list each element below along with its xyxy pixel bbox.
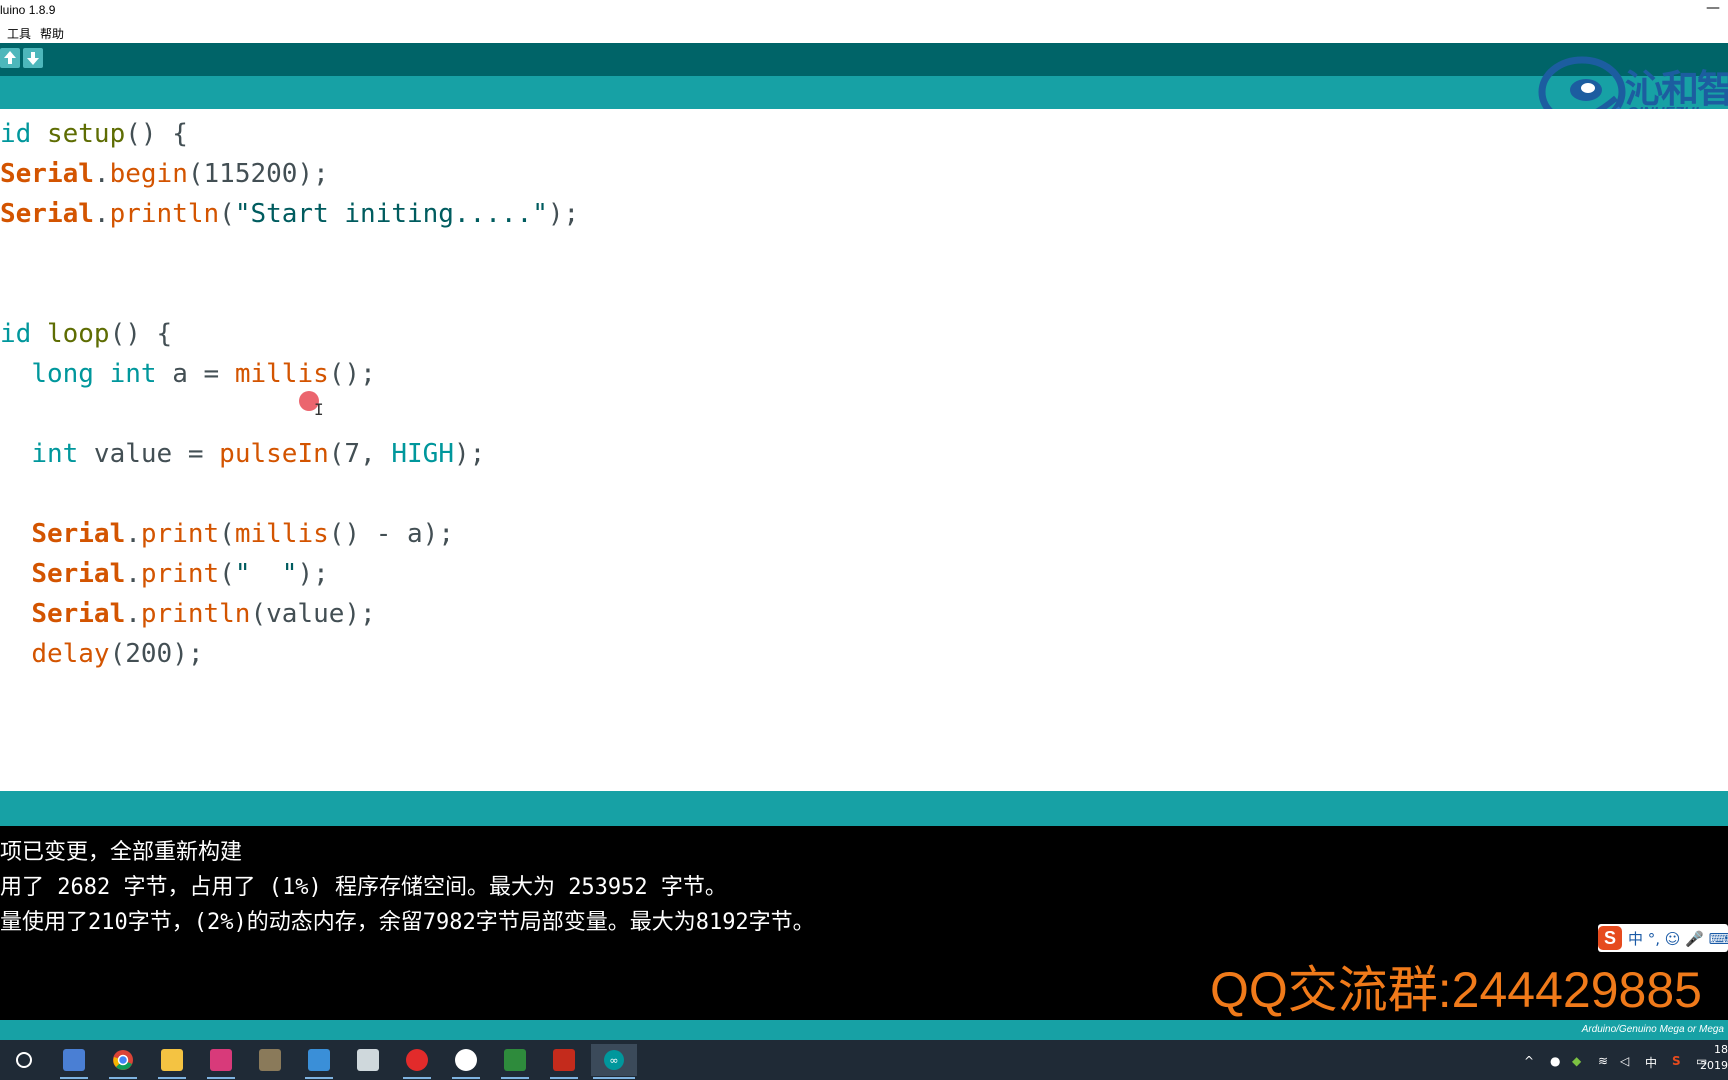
taskbar-app[interactable]: [107, 1044, 139, 1079]
taskbar-app-arduino[interactable]: ∞: [591, 1044, 637, 1079]
code-editor[interactable]: id setup() { Serial.begin(115200); Seria…: [0, 109, 1728, 791]
ime-toolbar[interactable]: S 中 °, ☺ 🎤 ⌨: [1598, 924, 1728, 952]
save-icon: [27, 52, 39, 65]
microphone-icon[interactable]: ●: [1550, 1054, 1560, 1068]
console-line: 项已变更，全部重新构建: [0, 840, 243, 865]
code-line: long int a = millis();: [31, 359, 376, 389]
clock[interactable]: 18 2019: [1700, 1042, 1728, 1074]
tab-strip: [0, 76, 1728, 109]
code-line: id loop() {: [0, 319, 173, 349]
building-icon: [63, 1049, 85, 1071]
tray-expand-icon[interactable]: ^: [1524, 1054, 1534, 1068]
window-title: luino 1.8.9: [0, 3, 56, 17]
wechat-icon: [455, 1049, 477, 1071]
clock-date: 2019: [1700, 1059, 1728, 1072]
music-icon: [406, 1049, 428, 1071]
sogou-tray-icon[interactable]: S: [1672, 1054, 1681, 1068]
folder-icon: [161, 1049, 183, 1071]
menu-tools[interactable]: 工具: [7, 25, 31, 42]
menu-help[interactable]: 帮助: [40, 25, 64, 42]
taskbar-app[interactable]: [548, 1044, 580, 1079]
open-button[interactable]: [0, 48, 20, 68]
network-icon: [357, 1049, 379, 1071]
taskbar-app[interactable]: [499, 1044, 531, 1079]
console-divider[interactable]: [0, 791, 1728, 826]
taskbar: ∞ ^ ● ◆ ≋ ◁ 中 S ▭ 18 2019: [0, 1040, 1728, 1080]
text-cursor-icon: I: [314, 400, 324, 419]
console-line: 用了 2682 字节，占用了 (1%) 程序存储空间。最大为 253952 字节…: [0, 875, 727, 900]
search-circle-icon: [16, 1052, 32, 1068]
chrome-icon: [113, 1050, 133, 1070]
toolbar: [0, 43, 1728, 76]
taskbar-app[interactable]: [254, 1044, 286, 1076]
code-line: delay(200);: [31, 639, 204, 669]
minimize-button[interactable]: —: [1706, 0, 1720, 16]
tray-app-icon[interactable]: ◆: [1572, 1054, 1581, 1068]
status-bar: Arduino/Genuino Mega or Mega: [0, 1020, 1728, 1040]
code-line: Serial.begin(115200);: [0, 159, 329, 189]
taskbar-app[interactable]: [58, 1044, 90, 1079]
qq-group-overlay: QQ交流群:244429885: [1210, 962, 1702, 1018]
volume-icon[interactable]: ◁: [1620, 1054, 1629, 1068]
taskbar-app[interactable]: [450, 1044, 482, 1079]
code-line: Serial.println(value);: [31, 599, 376, 629]
title-bar: luino 1.8.9 —: [0, 0, 1728, 22]
save-button[interactable]: [23, 48, 43, 68]
board-status: Arduino/Genuino Mega or Mega: [1581, 1024, 1724, 1035]
svg-text:∞: ∞: [609, 1054, 618, 1067]
vim-icon: [504, 1049, 526, 1071]
tool-icon: [259, 1049, 281, 1071]
taskbar-app[interactable]: [205, 1044, 237, 1079]
taskbar-app[interactable]: [303, 1044, 335, 1079]
code-line: id setup() {: [0, 119, 188, 149]
arduino-icon: ∞: [604, 1050, 624, 1070]
taskbar-app[interactable]: [401, 1044, 433, 1079]
taskbar-app[interactable]: [352, 1044, 384, 1076]
ime-logo-icon: S: [1598, 926, 1622, 950]
code-line: int value = pulseIn(7, HIGH);: [31, 439, 486, 469]
menu-bar: 工具 帮助: [0, 22, 1728, 43]
console-line: 量使用了210字节，(2%)的动态内存，余留7982字节局部变量。最大为8192…: [0, 910, 815, 935]
taskbar-app[interactable]: [156, 1044, 188, 1079]
pdf-icon: [553, 1049, 575, 1071]
ime-lang-indicator[interactable]: 中: [1645, 1054, 1657, 1071]
code-line: Serial.println("Start initing.....");: [0, 199, 580, 229]
rss-icon: [210, 1049, 232, 1071]
code-line: Serial.print(millis() - a);: [31, 519, 454, 549]
open-icon: [4, 51, 16, 64]
wifi-icon[interactable]: ≋: [1598, 1054, 1608, 1068]
shield-app-icon: [308, 1049, 330, 1071]
search-button[interactable]: [8, 1044, 40, 1076]
code-line: Serial.print(" ");: [31, 559, 329, 589]
clock-time: 18: [1714, 1043, 1728, 1056]
ime-status[interactable]: 中 °, ☺ 🎤 ⌨: [1628, 928, 1728, 949]
